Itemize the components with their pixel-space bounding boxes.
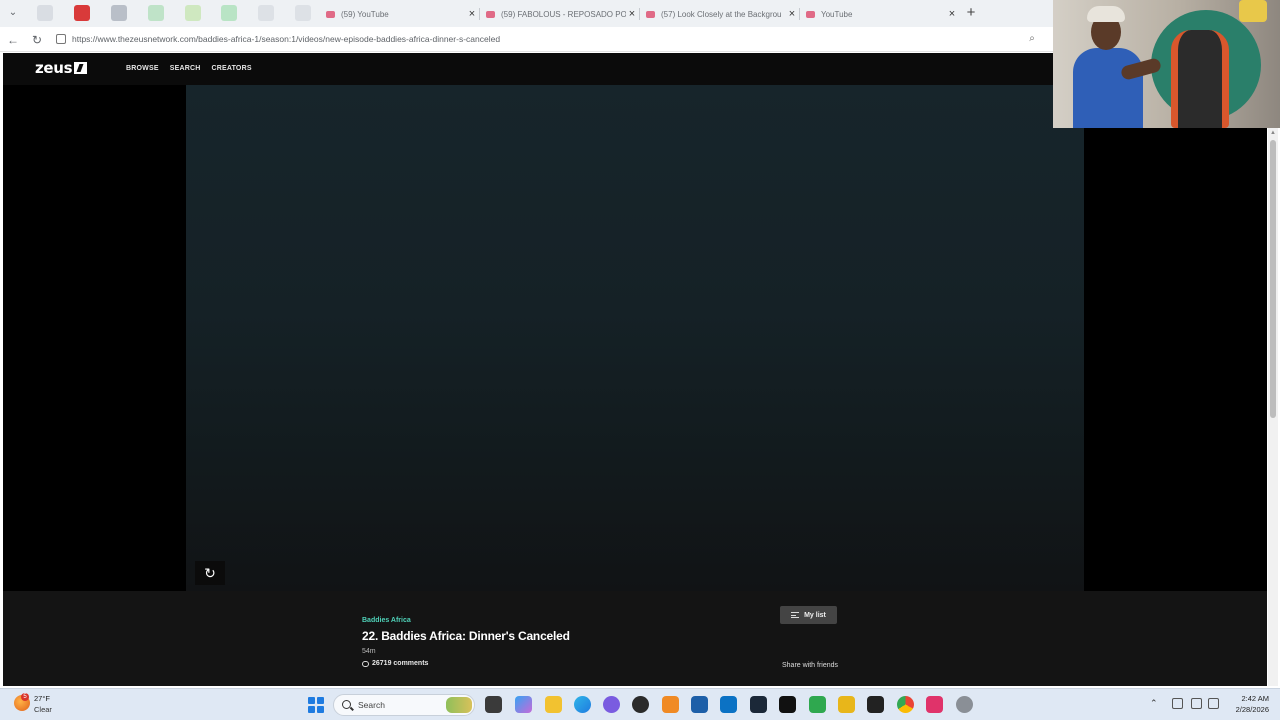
url-text[interactable]: https://www.thezeusnetwork.com/baddies-a… [72,34,500,44]
zeus-logo[interactable]: zeus [35,59,88,77]
youtube-icon [486,10,495,18]
replay-icon: ↻ [204,565,216,581]
task-view-icon[interactable] [485,696,502,713]
close-tab-icon[interactable]: × [626,8,638,20]
new-tab-button[interactable]: + [963,5,979,21]
replay-button[interactable]: ↻ [195,561,225,585]
webcam-person-body [1073,48,1143,128]
rockstar-icon[interactable] [838,696,855,713]
player-area: ↻ [3,85,1267,591]
pinned-tab-7-icon[interactable] [258,5,274,21]
youtube-icon [326,10,335,18]
site-nav: BROWSE SEARCH CREATORS [126,65,252,72]
reload-icon[interactable]: ↻ [29,32,45,48]
vlc-icon[interactable] [662,696,679,713]
weather-temp[interactable]: 27°F [34,694,50,703]
comment-icon [362,660,369,667]
tiktok-live-icon[interactable] [926,696,943,713]
close-tab-icon[interactable]: × [946,8,958,20]
nav-creators[interactable]: CREATORS [211,65,251,72]
close-tab-icon[interactable]: × [786,8,798,20]
taskbar-search-input[interactable]: Search [333,694,475,716]
webcam-person-headwrap [1087,6,1125,22]
weather-badge: 5 [21,693,29,701]
browser-tab[interactable]: YouTube × [800,3,958,25]
file-explorer-icon[interactable] [545,696,562,713]
youtube-icon [646,10,655,18]
search-highlight-icon [446,697,472,713]
search-placeholder: Search [358,700,385,710]
pinned-tab-3-icon[interactable] [111,5,127,21]
network-icon[interactable] [1191,698,1202,709]
windows-start-icon[interactable] [308,697,324,713]
video-player[interactable] [186,85,1084,591]
tiktok-icon[interactable] [779,696,796,713]
store-icon[interactable] [691,696,708,713]
nav-search[interactable]: SEARCH [170,65,201,72]
nav-browse[interactable]: BROWSE [126,65,159,72]
tray-overflow-icon[interactable]: ⌃ [1150,698,1158,709]
close-tab-icon[interactable]: × [466,8,478,20]
clock-time[interactable]: 2:42 AM [1231,694,1269,703]
clock-date[interactable]: 2/28/2026 [1226,705,1269,714]
episode-duration: 54m [362,648,376,655]
scroll-up-arrow-icon[interactable]: ▲ [1268,128,1278,138]
search-icon [342,700,351,709]
steam-icon[interactable] [750,696,767,713]
tab-title: (59) YouTube [341,9,389,19]
chrome-icon[interactable] [897,696,914,713]
search-page-icon[interactable]: ⌕ [1025,32,1039,46]
episode-title: 22. Baddies Africa: Dinner's Canceled [362,629,570,643]
pinned-tab-2-icon[interactable] [74,5,90,21]
zeus-bolt-icon [74,62,88,74]
comments-link[interactable]: 26719 comments [362,660,428,667]
game-app-icon[interactable] [867,696,884,713]
volume-icon[interactable] [1208,698,1219,709]
my-list-label: My list [804,611,826,619]
episode-info: Baddies Africa 22. Baddies Africa: Dinne… [3,591,1267,686]
browser-tab[interactable]: (59) YouTube × [320,3,478,25]
playlist-add-icon [791,612,800,618]
show-name[interactable]: Baddies Africa [362,617,411,624]
tab-title: (59) FABOLOUS - REPOSADO POR [501,9,626,19]
logo-text: zeus [35,59,73,77]
comments-count: 26719 comments [372,660,429,667]
edge-icon[interactable] [574,696,591,713]
outlook-icon[interactable] [720,696,737,713]
my-list-button[interactable]: My list [780,606,837,624]
webcam-gaming-chair [1171,30,1229,128]
back-arrow-icon[interactable]: ← [5,32,21,48]
xbox-icon[interactable] [809,696,826,713]
pinned-tab-6-icon[interactable] [221,5,237,21]
browser-tab[interactable]: (59) FABOLOUS - REPOSADO POR × [480,3,638,25]
scrollbar-thumb[interactable] [1270,140,1276,418]
pinned-tab-4-icon[interactable] [148,5,164,21]
webcam-overlay [1053,0,1280,128]
youtube-icon [806,10,815,18]
copilot-icon[interactable] [515,696,532,713]
messenger-icon[interactable] [603,696,620,713]
weather-condition[interactable]: Clear [34,705,52,714]
tab-title: YouTube [821,9,853,19]
zeus-site: zeus BROWSE SEARCH CREATORS ↻ Baddies Af… [3,53,1267,686]
webcam-balloon [1239,0,1267,22]
pinned-tab-5-icon[interactable] [185,5,201,21]
obs-icon[interactable] [632,696,649,713]
settings-gear-icon[interactable] [956,696,973,713]
pinned-tab-1-icon[interactable] [37,5,53,21]
tab-search-dropdown-icon[interactable]: ⌄ [6,6,20,20]
pinned-tab-8-icon[interactable] [295,5,311,21]
tray-app-icon[interactable] [1172,698,1183,709]
tab-title: (57) Look Closely at the Backgrou [661,9,782,19]
browser-tab[interactable]: (57) Look Closely at the Backgrou × [640,3,798,25]
share-link[interactable]: Share with friends [782,662,838,669]
site-info-icon[interactable] [56,34,66,44]
windows-taskbar: 5 27°F Clear Search ⌃ 2:42 AM 2/28/2026 [0,688,1280,720]
